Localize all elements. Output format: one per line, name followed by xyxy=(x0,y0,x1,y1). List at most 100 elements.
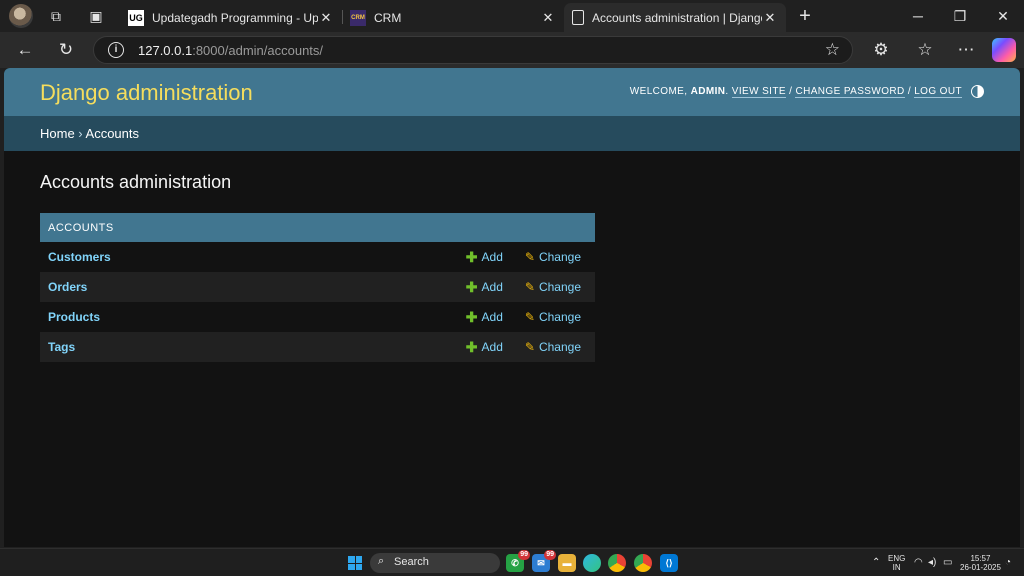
windows-start-icon[interactable] xyxy=(348,556,362,570)
model-link[interactable]: Tags xyxy=(48,340,466,354)
chrome-profile-icon[interactable] xyxy=(634,554,652,572)
refresh-icon[interactable]: ↻ xyxy=(55,39,77,61)
username: ADMIN xyxy=(690,86,726,97)
model-row-customers: Customers ✚ Add ✎ Change xyxy=(40,242,595,272)
extensions-icon[interactable]: ⚙ xyxy=(870,39,892,61)
model-link[interactable]: Customers xyxy=(48,250,466,264)
welcome-text: WELCOME, xyxy=(629,86,691,97)
messenger-icon[interactable]: ✉ 99 xyxy=(532,550,556,572)
clock-date: 26-01-2025 xyxy=(960,563,1001,572)
back-icon[interactable]: ← xyxy=(14,39,36,61)
change-label: Change xyxy=(538,340,581,354)
view-site-link[interactable]: VIEW SITE xyxy=(731,86,786,98)
address-bar[interactable]: i 127.0.0.1:8000/admin/accounts/ ☆ xyxy=(93,36,853,64)
separator: / xyxy=(904,86,915,97)
profile-avatar[interactable] xyxy=(9,4,33,28)
chrome-icon[interactable] xyxy=(608,554,626,572)
notification-bell-icon[interactable]: ◔ xyxy=(1005,557,1011,568)
close-tab-icon[interactable]: ✕ xyxy=(540,10,556,26)
notification-badge: 99 xyxy=(544,550,556,560)
tab-updategadh[interactable]: UG Updategadh Programming - Upd ✕ xyxy=(120,3,342,32)
tab-crm[interactable]: CRM CRM ✕ xyxy=(342,3,564,32)
change-link[interactable]: ✎ Change xyxy=(525,310,581,324)
site-branding[interactable]: Django administration xyxy=(40,80,253,106)
notification-badge: 99 xyxy=(518,550,530,560)
close-window-icon[interactable]: ✕ xyxy=(993,6,1013,26)
tab-title: CRM xyxy=(374,10,402,25)
vscode-icon[interactable]: ⟨⟩ xyxy=(660,554,678,572)
model-link[interactable]: Products xyxy=(48,310,466,324)
model-link[interactable]: Orders xyxy=(48,280,466,294)
main-content: Accounts administration ACCOUNTS Custome… xyxy=(40,172,600,362)
add-link[interactable]: ✚ Add xyxy=(466,339,503,356)
favorites-icon[interactable]: ☆ xyxy=(914,39,936,61)
add-label: Add xyxy=(481,310,503,324)
plus-icon: ✚ xyxy=(465,308,478,325)
pencil-icon: ✎ xyxy=(524,250,535,264)
copilot-icon[interactable] xyxy=(992,38,1016,62)
breadcrumb-separator: › xyxy=(74,126,86,141)
site-info-icon[interactable]: i xyxy=(108,42,124,58)
tab-actions-icon[interactable]: ▣ xyxy=(86,6,106,26)
edge-browser-icon[interactable] xyxy=(583,554,601,572)
add-link[interactable]: ✚ Add xyxy=(466,279,503,296)
tab-title: Updategadh Programming - Upd xyxy=(152,10,318,25)
model-row-tags: Tags ✚ Add ✎ Change xyxy=(40,332,595,362)
breadcrumb: Home › Accounts xyxy=(4,116,1020,151)
clock[interactable]: 15:57 26-01-2025 xyxy=(960,554,1001,572)
url-path: :8000/admin/accounts/ xyxy=(192,43,324,58)
search-label: Search xyxy=(394,556,429,568)
plus-icon: ✚ xyxy=(465,278,478,295)
add-label: Add xyxy=(481,340,503,354)
plus-icon: ✚ xyxy=(465,248,478,265)
favorite-star-icon[interactable]: ☆ xyxy=(825,40,840,60)
taskbar-search[interactable]: ⌕ Search xyxy=(370,553,500,573)
url-host: 127.0.0.1 xyxy=(138,43,193,58)
change-label: Change xyxy=(538,250,581,264)
whatsapp-icon[interactable]: ✆ 99 xyxy=(506,550,530,572)
change-password-link[interactable]: CHANGE PASSWORD xyxy=(795,86,905,98)
log-out-link[interactable]: LOG OUT xyxy=(914,86,962,98)
pencil-icon: ✎ xyxy=(524,280,535,294)
theme-toggle-icon[interactable] xyxy=(971,85,984,98)
url-text[interactable]: 127.0.0.1:8000/admin/accounts/ xyxy=(138,43,323,58)
change-label: Change xyxy=(538,280,581,294)
region-code: IN xyxy=(892,563,901,572)
tab-accounts-administration[interactable]: Accounts administration | Django ✕ xyxy=(564,3,786,32)
show-hidden-icons-icon[interactable]: ⌃ xyxy=(872,557,880,568)
change-label: Change xyxy=(538,310,581,324)
page-title: Accounts administration xyxy=(40,172,232,192)
close-tab-icon[interactable]: ✕ xyxy=(762,10,778,26)
close-tab-icon[interactable]: ✕ xyxy=(318,10,334,26)
pencil-icon: ✎ xyxy=(524,340,535,354)
page-viewport: Django administration WELCOME, ADMIN. VI… xyxy=(4,68,1020,547)
change-link[interactable]: ✎ Change xyxy=(525,250,581,264)
breadcrumb-home-link[interactable]: Home xyxy=(40,126,75,141)
change-link[interactable]: ✎ Change xyxy=(525,280,581,294)
admin-header: Django administration WELCOME, ADMIN. VI… xyxy=(4,68,1020,116)
file-explorer-icon[interactable]: ▬ xyxy=(558,554,576,572)
language-indicator[interactable]: ENG IN xyxy=(888,554,905,572)
search-icon: ⌕ xyxy=(378,555,385,567)
more-menu-icon[interactable]: ⋯ xyxy=(955,39,977,61)
pencil-icon: ✎ xyxy=(524,310,535,324)
clock-time: 15:57 xyxy=(970,554,991,563)
battery-icon[interactable]: ▭ xyxy=(943,557,952,568)
plus-icon: ✚ xyxy=(465,338,478,355)
browser-tab-strip: ⧉ ▣ UG Updategadh Programming - Upd ✕ CR… xyxy=(0,0,1024,32)
module-caption[interactable]: ACCOUNTS xyxy=(40,213,595,242)
new-tab-icon[interactable]: + xyxy=(795,6,815,26)
add-label: Add xyxy=(481,250,503,264)
volume-icon[interactable]: ◂) xyxy=(928,557,936,568)
minimize-icon[interactable]: ─ xyxy=(908,6,928,26)
model-row-orders: Orders ✚ Add ✎ Change xyxy=(40,272,595,302)
add-label: Add xyxy=(481,280,503,294)
add-link[interactable]: ✚ Add xyxy=(466,309,503,326)
workspaces-icon[interactable]: ⧉ xyxy=(46,6,66,26)
change-link[interactable]: ✎ Change xyxy=(525,340,581,354)
model-row-products: Products ✚ Add ✎ Change xyxy=(40,302,595,332)
add-link[interactable]: ✚ Add xyxy=(466,249,503,266)
restore-icon[interactable]: ❐ xyxy=(950,6,970,26)
updategadh-favicon-icon: UG xyxy=(128,9,144,26)
wifi-icon[interactable]: ◠ xyxy=(914,557,923,568)
